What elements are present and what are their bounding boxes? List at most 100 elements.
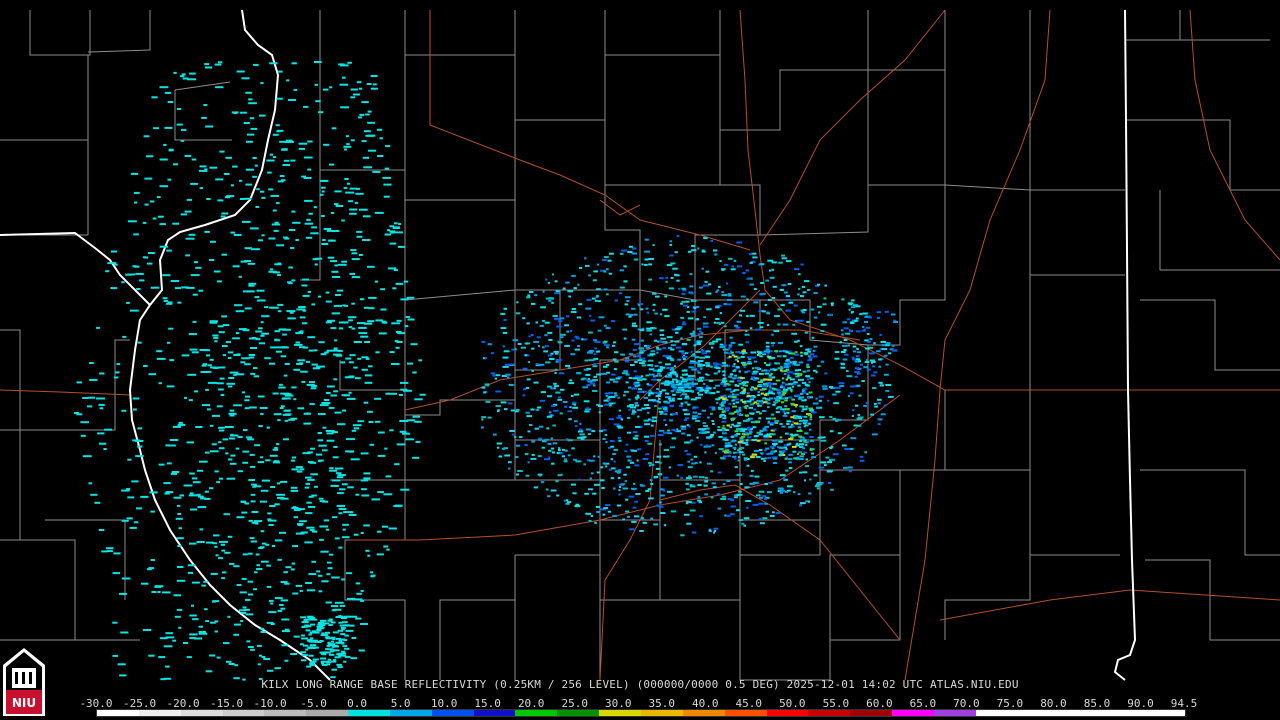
echo-pixel xyxy=(201,364,207,367)
echo-pixel xyxy=(663,449,669,451)
echo-pixel xyxy=(639,329,645,332)
echo-pixel xyxy=(707,391,711,394)
echo-pixel xyxy=(625,357,630,360)
echo-pixel xyxy=(812,402,819,405)
echo-pixel xyxy=(656,379,661,382)
echo-pixel xyxy=(801,285,806,288)
echo-pixel xyxy=(80,434,86,437)
echo-pixel xyxy=(835,390,841,393)
echo-pixel xyxy=(80,421,89,424)
echo-pixel xyxy=(605,465,608,468)
echo-pixel xyxy=(304,486,310,489)
echo-pixel xyxy=(349,208,358,211)
echo-pixel xyxy=(316,365,325,368)
echo-pixel xyxy=(177,301,182,304)
echo-pixel xyxy=(572,492,577,495)
echo-pixel xyxy=(348,316,357,319)
echo-pixel xyxy=(328,239,336,242)
echo-pixel xyxy=(706,387,712,390)
colorbar-segment xyxy=(850,710,893,716)
echo-pixel xyxy=(715,306,720,309)
echo-pixel xyxy=(167,341,171,344)
echo-pixel xyxy=(698,343,701,346)
echo-pixel xyxy=(336,663,342,666)
echo-pixel xyxy=(270,346,276,349)
echo-pixel xyxy=(283,236,288,239)
echo-pixel xyxy=(660,337,666,340)
echo-pixel xyxy=(177,545,182,547)
echo-pixel xyxy=(571,308,576,310)
echo-pixel xyxy=(594,521,597,524)
echo-pixel xyxy=(705,350,711,353)
echo-pixel xyxy=(634,434,639,437)
echo-pixel xyxy=(341,483,348,486)
echo-pixel xyxy=(798,417,802,420)
echo-pixel xyxy=(769,269,772,272)
echo-pixel xyxy=(308,633,312,636)
echo-pixel xyxy=(267,669,274,672)
echo-pixel xyxy=(804,331,809,334)
echo-pixel xyxy=(648,394,651,397)
echo-pixel xyxy=(808,381,811,384)
echo-pixel xyxy=(569,406,572,409)
echo-pixel xyxy=(240,500,245,503)
echo-pixel xyxy=(415,440,421,443)
echo-pixel xyxy=(394,340,399,343)
echo-pixel xyxy=(336,476,344,479)
echo-pixel xyxy=(113,552,121,555)
echo-pixel xyxy=(678,350,685,353)
echo-pixel xyxy=(666,375,673,378)
echo-pixel xyxy=(303,422,312,425)
echo-pixel xyxy=(628,386,632,389)
echo-pixel xyxy=(892,349,897,352)
echo-pixel xyxy=(680,302,683,305)
echo-pixel xyxy=(603,270,607,273)
echo-pixel xyxy=(333,649,340,652)
echo-pixel xyxy=(159,245,168,248)
echo-pixel xyxy=(803,479,807,482)
echo-pixel xyxy=(126,517,133,520)
echo-pixel xyxy=(349,212,357,215)
echo-pixel xyxy=(358,116,363,119)
echo-pixel xyxy=(820,323,827,326)
echo-pixel xyxy=(297,524,303,527)
echo-pixel xyxy=(815,483,822,486)
echo-pixel xyxy=(637,384,641,387)
echo-pixel xyxy=(891,344,895,347)
echo-pixel xyxy=(735,326,741,329)
echo-pixel xyxy=(605,504,611,507)
echo-pixel xyxy=(804,383,809,386)
echo-pixel xyxy=(775,379,781,382)
echo-pixel xyxy=(605,327,611,330)
echo-pixel xyxy=(131,480,139,483)
echo-pixel xyxy=(645,453,650,456)
echo-pixel xyxy=(640,484,645,487)
echo-pixel xyxy=(876,311,882,314)
echo-pixel xyxy=(695,461,698,464)
echo-pixel xyxy=(234,664,239,667)
echo-pixel xyxy=(256,289,265,292)
echo-pixel xyxy=(740,483,743,485)
echo-pixel xyxy=(738,414,742,417)
echo-pixel xyxy=(624,303,628,306)
echo-pixel xyxy=(201,584,206,587)
echo-pixel xyxy=(150,200,155,203)
echo-pixel xyxy=(570,329,573,332)
echo-pixel xyxy=(702,284,709,287)
echo-pixel xyxy=(340,64,349,67)
echo-pixel xyxy=(360,479,369,482)
echo-pixel xyxy=(854,404,859,407)
echo-pixel xyxy=(555,480,559,483)
echo-pixel xyxy=(626,416,631,419)
echo-pixel xyxy=(647,442,653,445)
echo-pixel xyxy=(710,470,714,473)
echo-pixel xyxy=(798,361,804,364)
echo-pixel xyxy=(800,354,803,357)
echo-pixel xyxy=(255,330,263,333)
echo-pixel xyxy=(331,643,336,646)
echo-pixel xyxy=(343,511,352,514)
echo-pixel xyxy=(248,98,253,101)
echo-pixel xyxy=(327,561,332,564)
echo-pixel xyxy=(857,424,862,427)
echo-pixel xyxy=(705,373,708,376)
